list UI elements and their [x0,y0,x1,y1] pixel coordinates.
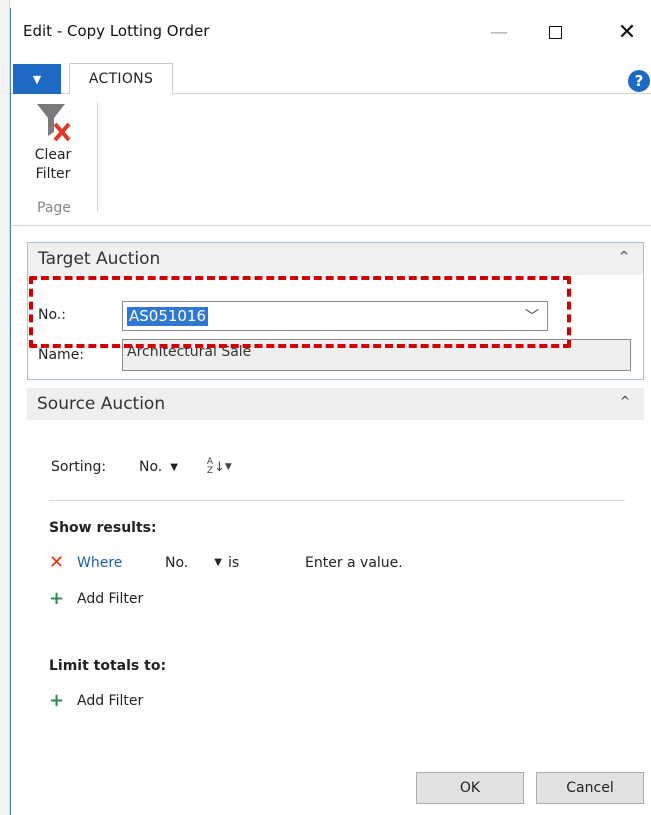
remove-filter-icon[interactable]: ✕ [49,552,77,573]
dialog-content: Target Auction ^ No.: AS051016 ﹀ Name: A… [11,226,651,815]
name-field-row: Name: [38,347,122,363]
app-menu-button[interactable]: ▼ [13,64,61,94]
add-filter-icon: + [49,588,65,609]
dialog-window: Edit - Copy Lotting Order — ✕ ▼ ACTIONS … [10,8,651,815]
clear-filter-label-line2: Filter [35,166,71,182]
chevron-down-icon: ▼ [170,461,178,473]
add-filter-icon: + [49,690,65,711]
add-filter-label-2: Add Filter [77,692,144,709]
cancel-button[interactable]: Cancel [536,772,644,804]
annotation-highlight-box [29,276,571,348]
target-auction-header[interactable]: Target Auction ^ [28,243,643,275]
source-auction-title: Source Auction [37,394,166,414]
add-filter-label: Add Filter [77,590,144,607]
add-filter-link-2[interactable]: + Add Filter [49,690,143,711]
ribbon-panel: Clear Filter Page [11,94,651,226]
limit-totals-label: Limit totals to: [49,658,167,674]
filter-row: ✕ Where No. ▼ is Enter a value. [49,552,403,573]
chevron-down-icon: ▼ [214,557,222,568]
filter-value-input[interactable]: Enter a value. [305,555,403,571]
window-title: Edit - Copy Lotting Order [23,22,210,40]
sorting-field: No. [139,459,163,475]
background-strip [0,0,10,815]
ribbon-group-separator [97,102,98,212]
ribbon-group-label: Page [37,200,71,216]
sorting-field-dropdown[interactable]: No. ▼ [139,459,178,475]
sort-az-icon[interactable]: A Z ↓ ▼ [206,458,232,476]
close-icon: ✕ [617,19,637,45]
collapse-icon[interactable]: ^ [620,394,630,408]
title-bar: Edit - Copy Lotting Order — ✕ [11,8,651,56]
filter-operator: is [227,554,240,571]
target-auction-title: Target Auction [38,249,161,269]
ok-button[interactable]: OK [416,772,524,804]
source-auction-fasttab: Source Auction ^ [27,388,644,420]
filter-field: No. [165,554,189,571]
help-icon[interactable]: ? [628,70,650,92]
maximize-icon [548,25,562,39]
maximize-button[interactable] [535,16,575,48]
tab-actions[interactable]: ACTIONS [69,63,173,95]
source-auction-header[interactable]: Source Auction ^ [27,388,644,420]
show-results-label: Show results: [49,520,157,536]
divider [49,500,625,501]
app-menu-icon: ▼ [32,72,42,86]
minimize-button[interactable]: — [479,16,519,48]
name-label: Name: [38,347,85,363]
sorting-row: Sorting: No. ▼ A Z ↓ ▼ [51,458,232,476]
minimize-icon: — [490,21,508,43]
ribbon-tab-bar: ▼ ACTIONS ? [11,56,651,95]
sorting-label: Sorting: [51,459,107,475]
close-button[interactable]: ✕ [607,16,647,48]
clear-filter-label-line1: Clear [34,147,72,163]
clear-filter-button[interactable]: Clear Filter [25,100,81,184]
clear-filter-icon [37,104,71,142]
collapse-icon[interactable]: ^ [619,249,629,263]
where-label: Where [77,554,123,571]
filter-field-dropdown[interactable]: No. ▼ is [165,555,269,571]
add-filter-link[interactable]: + Add Filter [49,588,143,609]
